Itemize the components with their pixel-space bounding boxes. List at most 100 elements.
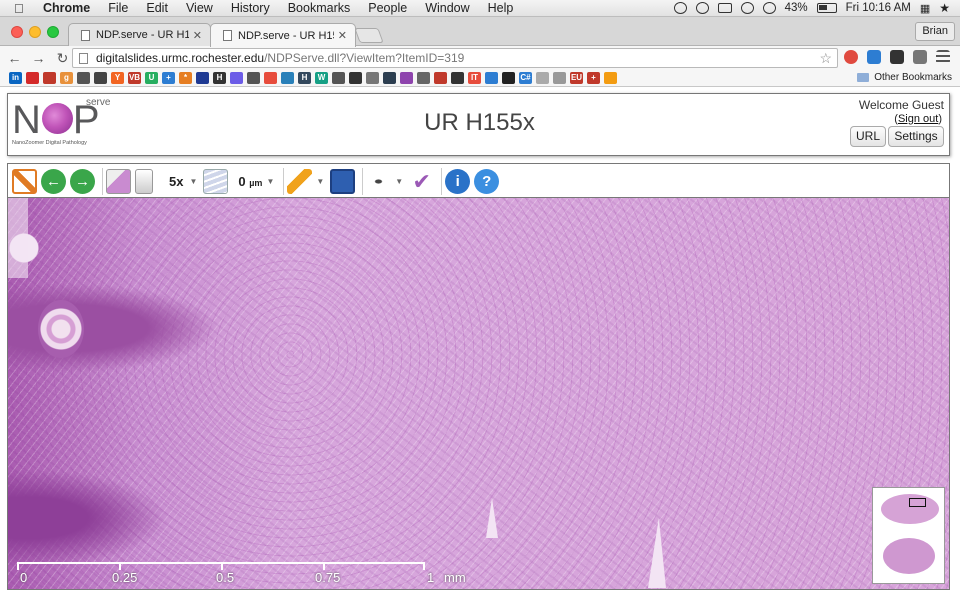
asterisk-icon[interactable]: * <box>179 72 192 84</box>
menu-clock[interactable]: Fri 10:16 AM <box>846 2 911 14</box>
browser-tab-active[interactable]: NDP.serve - UR H155x ✕ <box>210 23 356 47</box>
menu-bookmarks[interactable]: Bookmarks <box>279 1 360 15</box>
bookmark-icon[interactable] <box>400 72 413 84</box>
view-eye-icon[interactable] <box>366 168 392 194</box>
sign-out-link[interactable]: Sign out <box>898 113 938 125</box>
menu-app-name[interactable]: Chrome <box>34 1 99 15</box>
magnification-dropdown-icon[interactable]: ▼ <box>189 177 197 186</box>
circle-icon[interactable] <box>604 72 617 84</box>
tab-close-icon[interactable]: ✕ <box>338 29 347 42</box>
menu-window[interactable]: Window <box>416 1 478 15</box>
apple-menu-icon[interactable]:  <box>14 1 34 16</box>
slide-label-icon[interactable] <box>135 168 153 194</box>
flag-icon[interactable] <box>196 72 209 84</box>
h-icon[interactable]: H <box>298 72 311 84</box>
focus-value[interactable]: 0 µm <box>238 174 262 189</box>
menu-help[interactable]: Help <box>479 1 523 15</box>
page-icon[interactable] <box>536 72 549 84</box>
info-icon[interactable]: i <box>445 168 471 194</box>
us-flag-icon[interactable]: ▦ <box>920 2 930 15</box>
b-icon[interactable] <box>247 72 260 84</box>
spotlight-icon[interactable]: ★ <box>939 1 950 15</box>
slide-thumbnail-navigator[interactable] <box>872 487 945 584</box>
reload-icon[interactable]: ↻ <box>53 50 72 67</box>
eu-icon[interactable]: EU <box>570 72 583 84</box>
do-not-disturb-icon[interactable] <box>673 2 687 14</box>
menu-edit[interactable]: Edit <box>137 1 177 15</box>
battery-icon[interactable] <box>816 3 837 13</box>
bookmark-icon[interactable] <box>349 72 362 84</box>
magnification-value[interactable]: 5x <box>169 174 183 189</box>
bookmark-icon[interactable] <box>383 72 396 84</box>
bookmark-icon[interactable] <box>417 72 430 84</box>
view-dropdown-icon[interactable]: ▼ <box>395 177 403 186</box>
globe-icon[interactable] <box>502 72 515 84</box>
w-icon[interactable]: W <box>315 72 328 84</box>
tomato-icon[interactable] <box>264 72 277 84</box>
y-icon[interactable]: Y <box>111 72 124 84</box>
bird-extension-icon[interactable] <box>890 50 904 64</box>
dots-icon[interactable] <box>230 72 243 84</box>
volume-icon[interactable] <box>762 2 776 14</box>
db-icon[interactable] <box>281 72 294 84</box>
sync-icon[interactable] <box>695 2 709 14</box>
back-icon[interactable]: ← <box>5 50 24 66</box>
focus-dropdown-icon[interactable]: ▼ <box>266 177 274 186</box>
checkmark-icon[interactable]: ✔ <box>409 169 434 194</box>
hx-icon[interactable]: H <box>213 72 226 84</box>
help-icon[interactable]: ? <box>474 168 500 194</box>
wifi-icon[interactable] <box>740 2 754 14</box>
it-icon[interactable]: IT <box>468 72 481 84</box>
airplay-icon[interactable] <box>717 3 732 13</box>
red-bookmark-icon[interactable] <box>26 72 39 84</box>
chart-icon[interactable] <box>434 72 447 84</box>
forward-arrow-icon[interactable]: → <box>70 168 95 194</box>
plus-icon[interactable]: + <box>587 72 600 84</box>
minimize-window-icon[interactable] <box>29 26 41 38</box>
forward-icon[interactable]: → <box>29 50 48 66</box>
csharp-icon[interactable]: C# <box>519 72 532 84</box>
g-icon[interactable]: g <box>60 72 73 84</box>
bookmark-icon[interactable] <box>485 72 498 84</box>
annotate-pencil-icon[interactable] <box>287 168 313 194</box>
save-disk-icon[interactable] <box>330 168 356 194</box>
menu-view[interactable]: View <box>177 1 222 15</box>
viewport-indicator[interactable] <box>909 498 926 507</box>
u-icon[interactable]: U <box>145 72 158 84</box>
back-arrow-icon[interactable]: ← <box>41 168 66 194</box>
focus-layers-icon[interactable] <box>203 168 229 194</box>
annotate-dropdown-icon[interactable]: ▼ <box>316 177 324 186</box>
vb-icon[interactable]: VB <box>128 72 141 84</box>
browser-tab-inactive[interactable]: NDP.serve - UR H155 ✕ <box>68 23 211 46</box>
slide-overview-icon[interactable] <box>106 168 131 194</box>
pocket-extension-icon[interactable] <box>913 50 927 64</box>
opera-extension-icon[interactable] <box>844 50 858 64</box>
page-info-icon[interactable] <box>79 52 88 64</box>
url-button[interactable]: URL <box>850 126 886 147</box>
fit-view-icon[interactable] <box>12 168 37 194</box>
new-tab-button[interactable] <box>354 28 384 43</box>
chrome-menu-icon[interactable] <box>936 50 950 64</box>
plus-icon[interactable]: + <box>162 72 175 84</box>
bookmark-icon[interactable] <box>451 72 464 84</box>
menu-file[interactable]: File <box>99 1 137 15</box>
settings-button[interactable]: Settings <box>888 126 944 147</box>
bookmark-icon[interactable] <box>332 72 345 84</box>
profile-button[interactable]: Brian <box>915 22 955 41</box>
v-extension-icon[interactable] <box>867 50 881 64</box>
bookmark-icon[interactable] <box>366 72 379 84</box>
slide-viewport[interactable]: 0 0.25 0.5 0.75 1 mm <box>7 197 950 590</box>
address-bar[interactable]: digitalslides.urmc.rochester.edu /NDPSer… <box>72 48 838 68</box>
bookmark-icon[interactable] <box>77 72 90 84</box>
linkedin-icon[interactable]: in <box>9 72 22 84</box>
tab-close-icon[interactable]: ✕ <box>193 29 202 42</box>
close-window-icon[interactable] <box>11 26 23 38</box>
menu-people[interactable]: People <box>359 1 416 15</box>
other-bookmarks[interactable]: Other Bookmarks <box>857 72 952 83</box>
zoom-window-icon[interactable] <box>47 26 59 38</box>
bookmark-icon[interactable] <box>94 72 107 84</box>
bookmark-icon[interactable] <box>553 72 566 84</box>
red-bookmark-icon[interactable] <box>43 72 56 84</box>
bookmark-star-icon[interactable]: ☆ <box>819 50 832 67</box>
menu-history[interactable]: History <box>222 1 279 15</box>
